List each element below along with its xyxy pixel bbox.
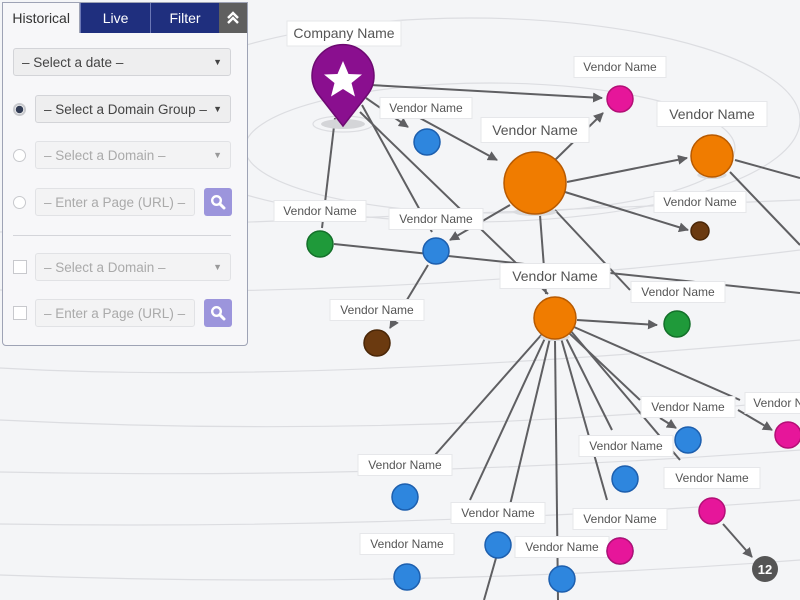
- domain-select[interactable]: – Select a Domain – ▼: [35, 141, 231, 169]
- vendor-node-pink[interactable]: [774, 421, 800, 449]
- edge: [566, 154, 688, 183]
- tab-historical[interactable]: Historical: [3, 3, 81, 33]
- edge: [576, 319, 658, 330]
- vendor-label: Vendor Name: [583, 60, 657, 74]
- page-radio[interactable]: [13, 195, 26, 209]
- vendor-label: Vendor Name: [399, 212, 473, 226]
- vendor-node-orange[interactable]: [690, 134, 734, 178]
- vendor-label: Vendor Name: [368, 458, 442, 472]
- vendor-node-blue[interactable]: [391, 483, 419, 511]
- caret-down-icon: ▼: [213, 262, 222, 272]
- edge: [659, 417, 677, 429]
- domain-group-radio[interactable]: [13, 102, 26, 116]
- graph-nodes[interactable]: [306, 85, 800, 593]
- vendor-label: Vendor Name: [492, 122, 578, 138]
- vendor-node-pink[interactable]: [698, 497, 726, 525]
- vendor-label: Vendor Name: [589, 439, 663, 453]
- edge: [554, 339, 559, 600]
- domain-select-value: – Select a Domain –: [44, 147, 166, 163]
- edge: [483, 557, 497, 600]
- collapse-panel-button[interactable]: [219, 3, 247, 33]
- vendor-label: Vendor Name: [512, 268, 598, 284]
- edge: [734, 159, 800, 179]
- vendor-node-orange[interactable]: [503, 151, 567, 215]
- tab-filter[interactable]: Filter: [149, 3, 220, 33]
- vendor-label: Vendor Name: [370, 537, 444, 551]
- date-select-value: – Select a date –: [22, 54, 124, 70]
- compare-domain-select-value: – Select a Domain –: [44, 259, 166, 275]
- vendor-node-blue[interactable]: [393, 563, 421, 591]
- vendor-label: Vendor Name: [340, 303, 414, 317]
- edge: [369, 84, 603, 103]
- vendor-label: Vendor Name: [525, 540, 599, 554]
- search-icon: [210, 305, 226, 321]
- compare-page-url-input[interactable]: – Enter a Page (URL) –: [35, 299, 195, 327]
- page-url-input[interactable]: – Enter a Page (URL) –: [35, 188, 195, 216]
- vendor-label: Vendor Name: [389, 101, 463, 115]
- vendor-node-green[interactable]: [306, 230, 334, 258]
- compare-domain-checkbox[interactable]: [13, 260, 27, 274]
- vendor-label: Vendor Name: [675, 471, 749, 485]
- compare-page-checkbox[interactable]: [13, 306, 27, 320]
- search-icon: [210, 194, 226, 210]
- double-chevron-up-icon: [227, 11, 239, 24]
- vendor-node-blue[interactable]: [674, 426, 702, 454]
- vendor-node-blue[interactable]: [484, 531, 512, 559]
- page-search-button[interactable]: [204, 188, 232, 216]
- vendor-label: Vendor Name: [669, 106, 755, 122]
- vendor-node-pink[interactable]: [606, 537, 634, 565]
- company-label: Company Name: [293, 25, 394, 41]
- vendor-node-green[interactable]: [663, 310, 691, 338]
- panel-divider: [13, 235, 231, 236]
- caret-down-icon: ▼: [213, 57, 222, 67]
- overflow-count-node[interactable]: 12: [752, 556, 778, 582]
- vendor-label: Vendor Name: [663, 195, 737, 209]
- compare-domain-select[interactable]: – Select a Domain – ▼: [35, 253, 231, 281]
- domain-radio[interactable]: [13, 148, 26, 162]
- domain-group-select-value: – Select a Domain Group –: [44, 101, 207, 117]
- vendor-node-brown[interactable]: [363, 329, 391, 357]
- vendor-node-blue[interactable]: [422, 237, 450, 265]
- vendor-label: Vendor Name: [283, 204, 357, 218]
- edge: [722, 523, 753, 558]
- caret-down-icon: ▼: [213, 104, 222, 114]
- vendor-label: Vendor Name: [461, 506, 535, 520]
- filter-panel: Historical Live Filter – Select a date –…: [2, 2, 248, 346]
- tab-live[interactable]: Live: [80, 3, 150, 33]
- compare-page-search-button[interactable]: [204, 299, 232, 327]
- vendor-node-orange[interactable]: [533, 296, 577, 340]
- vendor-label: Vendor Name: [753, 396, 800, 410]
- vendor-label: Vendor Name: [651, 400, 725, 414]
- vendor-node-blue[interactable]: [611, 465, 639, 493]
- caret-down-icon: ▼: [213, 150, 222, 160]
- vendor-node-blue[interactable]: [548, 565, 576, 593]
- vendor-node-blue[interactable]: [413, 128, 441, 156]
- vendor-label: Vendor Name: [583, 512, 657, 526]
- vendor-label: Vendor Name: [641, 285, 715, 299]
- date-select[interactable]: – Select a date – ▼: [13, 48, 231, 76]
- overflow-count: 12: [758, 562, 772, 577]
- domain-group-select[interactable]: – Select a Domain Group – ▼: [35, 95, 231, 123]
- vendor-node-pink[interactable]: [606, 85, 634, 113]
- vendor-node-brown[interactable]: [690, 221, 710, 241]
- panel-tabs: Historical Live Filter: [3, 3, 247, 33]
- edge: [469, 335, 547, 501]
